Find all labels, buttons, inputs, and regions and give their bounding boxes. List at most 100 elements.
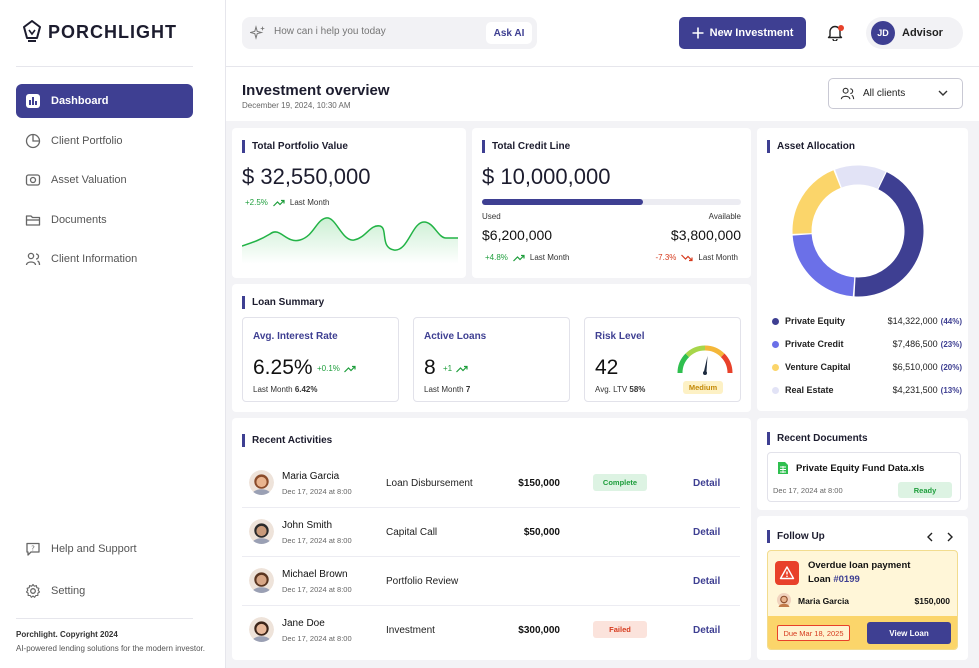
card-title-text: Recent Documents [777,433,868,444]
avatar [249,470,274,495]
follow-up-footer: Due Mar 18, 2025 View Loan [768,616,957,649]
divider [16,66,193,67]
new-investment-label: New Investment [709,27,794,39]
kpi-value: 42 [595,356,619,379]
available-change-row: -7.3% Last Month [656,253,738,262]
sidebar-item-setting[interactable]: Setting [16,574,193,608]
interest-rate-kpi: Avg. Interest Rate 6.25% +0.1% Last Mont… [242,317,399,402]
sidebar-item-label: Setting [51,585,86,597]
kpi-change: +1 [443,364,453,373]
detail-link[interactable]: Detail [693,527,720,538]
credit-usage-fill [482,199,643,205]
used-period: Last Month [529,253,570,262]
sidebar-item-help-and-support[interactable]: ? Help and Support [16,532,193,566]
legend-percent: (23%) [940,340,962,349]
kpi-change: +0.1% [317,364,340,373]
recent-documents-card: Recent Documents Private Equity Fund Dat… [757,418,968,510]
card-title: Recent Activities [242,434,332,447]
sidebar-item-asset-valuation[interactable]: Asset Valuation [16,163,193,197]
sidebar-item-client-information[interactable]: Client Information [16,242,193,276]
sidebar-item-label: Client Information [51,253,138,265]
avatar [249,519,274,544]
gear-icon [25,583,41,598]
ai-search-bar: Ask AI [242,17,537,49]
status-badge: Failed [593,621,647,638]
document-name: Private Equity Fund Data.xls [796,463,925,474]
card-title-text: Total Credit Line [492,141,571,152]
sidebar-item-documents[interactable]: Documents [16,203,193,237]
document-status-badge: Ready [898,482,952,498]
legend-name: Real Estate [785,385,834,395]
sidebar-item-dashboard[interactable]: Dashboard [16,84,193,118]
help-icon: ? [26,542,40,556]
trend-up-icon [512,254,525,261]
view-loan-button[interactable]: View Loan [867,622,951,644]
kpi-sub: Last Month 7 [424,385,470,394]
used-change-row: +4.8% Last Month [485,253,569,262]
follow-up-heading: Overdue loan payment [808,560,911,571]
search-input[interactable] [274,26,474,37]
chevron-left-icon[interactable] [926,532,934,542]
avatar [249,617,274,642]
activity-name: Michael Brown [282,569,348,580]
activity-amount: $300,000 [518,625,560,636]
asset-allocation-card: Asset Allocation Private Equity $14,322,… [757,128,968,411]
available-change: -7.3% [655,253,677,262]
chart-bar-icon [26,94,40,108]
kpi-sub-value: 7 [465,385,471,394]
activity-date: Dec 17, 2024 at 8:00 [282,634,352,643]
trend-up-icon [456,365,468,372]
portfolio-value: $ 32,550,000 [242,164,371,189]
legend-percent: (13%) [940,386,962,395]
kpi-sub: Avg. LTV 58% [595,385,645,394]
spreadsheet-icon [778,462,788,474]
gauge-needle [703,356,708,373]
table-row: Michael Brown Dec 17, 2024 at 8:00 Portfol… [242,557,740,606]
profile-menu[interactable]: JD Advisor [866,17,963,49]
new-investment-button[interactable]: New Investment [679,17,806,49]
detail-link[interactable]: Detail [693,625,720,636]
kpi-change-row: +0.1% [317,364,356,373]
credit-line-card: Total Credit Line $ 10,000,000 Used Avai… [472,128,751,278]
footer-copyright: Porchlight. Copyright 2024 [16,630,118,639]
loan-number[interactable]: #0199 [833,574,859,585]
kpi-sub-value: 6.42% [294,385,318,394]
card-title: Total Credit Line [482,140,570,153]
detail-link[interactable]: Detail [693,576,720,587]
follow-up-card: Follow Up Overdue loan payment Loan #019… [757,516,968,660]
sidebar-item-label: Dashboard [51,95,109,107]
card-title: Total Portfolio Value [242,140,348,153]
trend-up-icon [272,199,285,206]
card-title: Recent Documents [767,432,868,445]
risk-badge: Medium [683,381,723,394]
avatar: JD [871,21,895,45]
divider [16,618,193,619]
sidebar-item-client-portfolio[interactable]: Client Portfolio [16,124,193,158]
portfolio-period: Last Month [289,198,330,207]
available-value: $3,800,000 [670,227,741,243]
client-filter-value: All clients [863,88,906,99]
footer-tagline: AI-powered lending solutions for the mod… [16,644,205,653]
document-item[interactable]: Private Equity Fund Data.xls Dec 17, 202… [767,452,961,502]
client-filter-dropdown[interactable]: All clients [828,78,963,109]
kpi-value: 8 [424,356,436,379]
due-date-badge: Due Mar 18, 2025 [777,625,850,641]
kpi-sub: Last Month 6.42% [253,385,318,394]
activity-type: Loan Disbursement [386,478,473,489]
brand-logo[interactable]: PORCHLIGHT [22,20,177,44]
activity-date: Dec 17, 2024 at 8:00 [282,585,352,594]
activity-type: Capital Call [386,527,438,538]
legend-item: Real Estate $4,231,500 (13%) [772,384,962,398]
trend-down-icon [681,254,694,261]
legend-amount: $4,231,500 [892,385,938,395]
legend-amount: $7,486,500 [892,339,938,349]
portfolio-change: +2.5% [245,198,268,207]
chevron-right-icon[interactable] [946,532,954,542]
detail-link[interactable]: Detail [693,478,720,489]
table-row: Maria Garcia Dec 17, 2024 at 8:00 Loan Dis… [242,459,740,508]
folder-icon [25,215,41,226]
ask-ai-button[interactable]: Ask AI [486,22,532,44]
used-label: Used [482,212,501,221]
users-icon [25,252,41,266]
activity-amount: $150,000 [518,478,560,489]
